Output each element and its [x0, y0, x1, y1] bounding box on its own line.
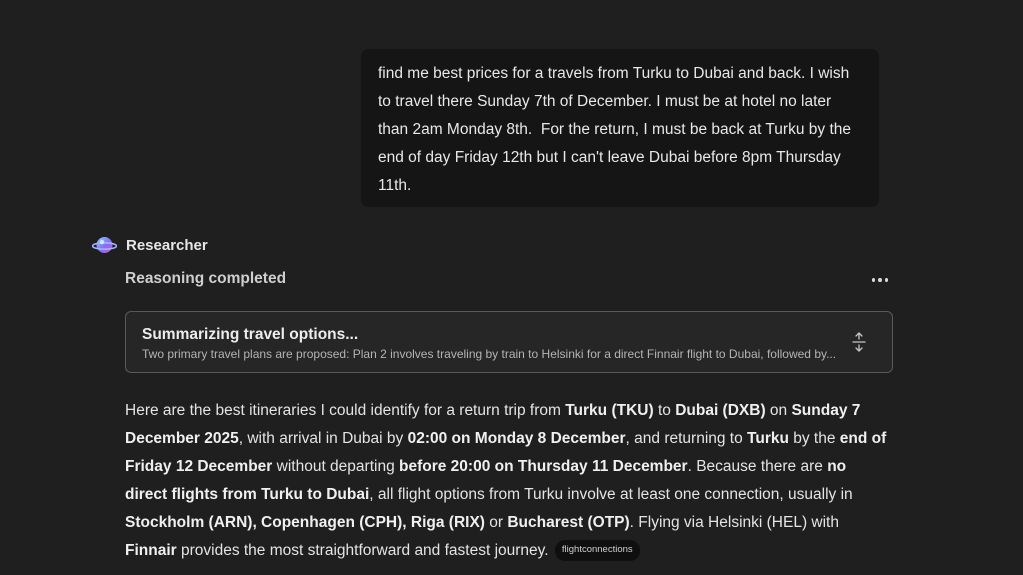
expand-collapse-icon[interactable] — [849, 331, 869, 353]
summary-description: Two primary travel plans are proposed: P… — [142, 347, 836, 361]
researcher-orb-icon — [92, 237, 117, 253]
assistant-response: Here are the best itineraries I could id… — [125, 397, 889, 565]
response-emphasis: Turku — [747, 430, 789, 447]
response-emphasis: Bucharest (OTP) — [507, 514, 630, 531]
response-emphasis: 02:00 on Monday 8 December — [407, 430, 626, 447]
reasoning-status: Reasoning completed — [125, 270, 287, 287]
response-segment: by the — [788, 430, 840, 447]
user-message-bubble: find me best prices for a travels from T… — [361, 49, 879, 207]
ellipsis-dot — [878, 278, 882, 282]
agent-header: Researcher — [92, 234, 208, 256]
response-segment: . Because there are — [687, 458, 828, 475]
ellipsis-dot — [884, 278, 889, 282]
response-segment: . Flying via Helsinki (HEL) with — [629, 514, 839, 531]
ellipsis-icon — [871, 278, 876, 282]
response-emphasis: before 20:00 on Thursday 11 December — [399, 458, 688, 475]
response-emphasis: Dubai (DXB) — [675, 402, 766, 419]
response-segment: Here are the best itineraries I could id… — [125, 402, 566, 419]
citation-pill[interactable]: flightconnections — [554, 540, 640, 562]
summary-title: Summarizing travel options... — [142, 326, 359, 343]
reasoning-summary-card[interactable]: Summarizing travel options... Two primar… — [125, 311, 893, 373]
chat-page: find me best prices for a travels from T… — [0, 0, 1023, 575]
response-segment: , all flight options from Turku involve … — [369, 486, 853, 503]
agent-name: Researcher — [126, 236, 208, 254]
response-emphasis: Stockholm (ARN), Copenhagen (CPH), Riga … — [125, 514, 485, 531]
response-segment: , with arrival in Dubai by — [238, 430, 408, 447]
response-text: Here are the best itineraries I could id… — [125, 402, 886, 559]
response-segment: to — [653, 402, 676, 419]
more-options-button[interactable] — [866, 270, 894, 290]
response-segment: or — [484, 514, 508, 531]
response-emphasis: Finnair — [125, 542, 177, 559]
response-emphasis: Turku (TKU) — [565, 402, 654, 419]
response-segment: on — [765, 402, 792, 419]
response-segment: provides the most straightforward and fa… — [176, 542, 549, 559]
response-segment: , and returning to — [625, 430, 748, 447]
response-segment: without departing — [272, 458, 399, 475]
